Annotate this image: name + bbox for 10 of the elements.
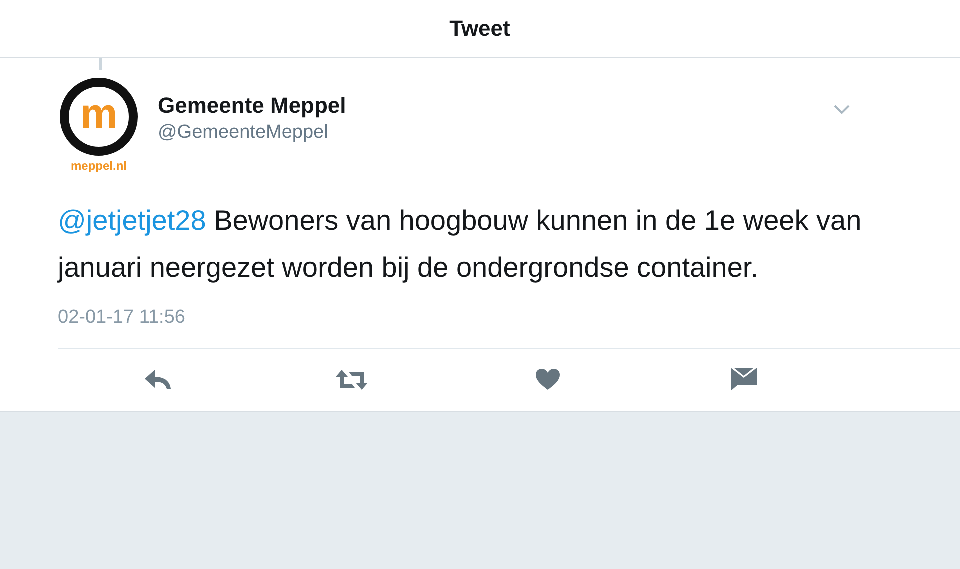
- header-title: Tweet: [450, 16, 510, 42]
- message-icon[interactable]: [731, 368, 757, 392]
- tweet-timestamp: 02-01-17 11:56: [58, 307, 186, 329]
- tweet-text: @jetjetjet28 Bewoners van hoogbouw kunnen in de 1e week van januari neergezet worden bij de ondergrondse container.: [58, 204, 863, 285]
- reply-icon[interactable]: [144, 369, 172, 391]
- retweet-icon[interactable]: [335, 369, 369, 391]
- heart-icon[interactable]: [536, 369, 560, 391]
- account-handle[interactable]: @GemeenteMeppel: [158, 122, 346, 144]
- mention-link[interactable]: @jetjetjet28: [58, 205, 206, 236]
- account-name[interactable]: Gemeente Meppel: [158, 93, 346, 119]
